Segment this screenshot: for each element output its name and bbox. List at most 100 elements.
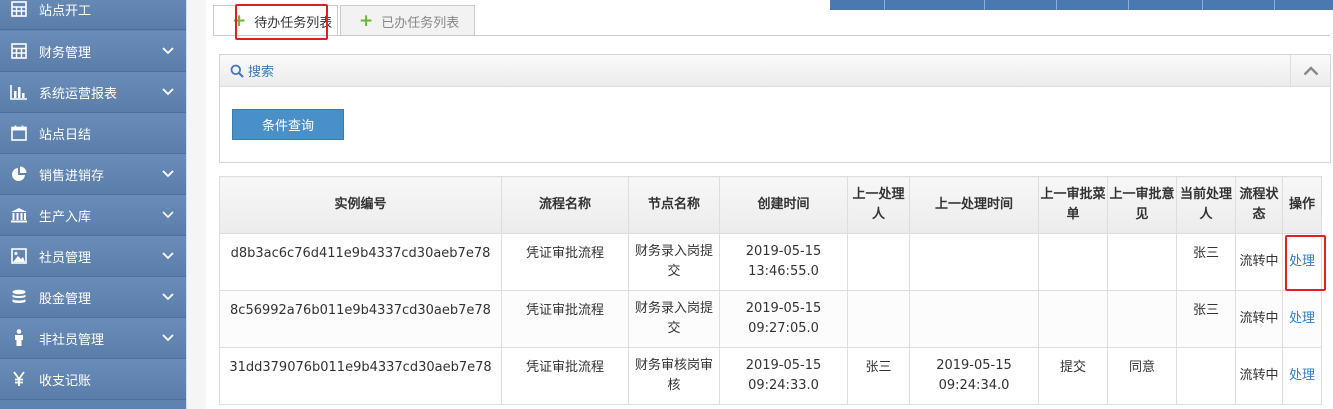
collapse-button[interactable] — [1290, 55, 1330, 86]
cell-id: 8c56992a76b011e9b4337cd30aeb7e78 — [219, 290, 502, 348]
cell-prev-handler — [847, 233, 910, 291]
table-row: 8c56992a76b011e9b4337cd30aeb7e78 凭证审批流程 … — [219, 290, 1322, 348]
cell-current-handler: 张三 — [1176, 233, 1236, 291]
cell-prev-menu — [1038, 233, 1108, 291]
cell-id: d8b3ac6c76d411e9b4337cd30aeb7e78 — [219, 233, 502, 291]
bank-icon — [7, 206, 31, 224]
chevron-down-icon — [162, 293, 174, 301]
column-header: 节点名称 — [628, 176, 720, 234]
chevron-up-icon — [1303, 65, 1318, 75]
cell-status: 流转中 — [1235, 233, 1283, 291]
cell-process: 凭证审批流程 — [501, 347, 629, 405]
chevron-down-icon — [162, 88, 174, 96]
header-divider — [1202, 0, 1203, 10]
cell-prev-handler: 张三 — [847, 347, 910, 405]
header-divider — [884, 0, 885, 10]
cell-prev-handler — [847, 290, 910, 348]
cell-created: 2019-05-15 09:27:05.0 — [719, 290, 848, 348]
sidebar-item-production[interactable]: 生产入库 — [0, 195, 186, 236]
process-link[interactable]: 处理 — [1289, 368, 1315, 383]
chevron-down-icon — [162, 47, 174, 55]
cell-status: 流转中 — [1235, 290, 1283, 348]
cell-prev-opinion — [1107, 290, 1177, 348]
sidebar-item-shares[interactable]: 股金管理 — [0, 277, 186, 318]
cell-prev-time: 2019-05-15 09:24:34.0 — [909, 347, 1039, 405]
sidebar-item-label: 社员管理 — [39, 250, 92, 266]
sidebar-item-members[interactable]: 社员管理 — [0, 236, 186, 277]
search-panel-header: 搜索 — [220, 55, 1330, 87]
table-row: 31dd379076b011e9b4337cd30aeb7e78 凭证审批流程 … — [219, 347, 1322, 405]
yen-icon — [7, 370, 31, 388]
image-icon — [7, 247, 31, 265]
cell-node: 财务审核岗审核 — [628, 347, 720, 405]
column-header: 上一处理人 — [847, 176, 910, 234]
sidebar-item-sales[interactable]: 销售进销存 — [0, 154, 186, 195]
column-header: 流程状态 — [1235, 176, 1283, 234]
tab-label: 待办任务列表 — [254, 15, 333, 31]
cell-action: 处理 — [1282, 347, 1322, 405]
tab-todo-tasks[interactable]: + 待办任务列表 — [213, 5, 338, 36]
cell-id: 31dd379076b011e9b4337cd30aeb7e78 — [219, 347, 502, 405]
search-icon — [230, 64, 244, 78]
process-link[interactable]: 处理 — [1289, 254, 1315, 269]
sidebar-item-finance[interactable]: 财务管理 — [0, 31, 186, 72]
header-divider — [984, 0, 985, 10]
column-header: 上一审批菜单 — [1038, 176, 1108, 234]
cell-created: 2019-05-15 09:24:33.0 — [719, 347, 848, 405]
sidebar-item-label: 财务管理 — [39, 45, 92, 61]
cell-action: 处理 — [1282, 290, 1322, 348]
sidebar-item-reports[interactable]: 系统运营报表 — [0, 72, 186, 113]
cell-prev-opinion — [1107, 233, 1177, 291]
cell-status: 流转中 — [1235, 347, 1283, 405]
header-divider — [1274, 0, 1275, 10]
query-button[interactable]: 条件查询 — [232, 109, 344, 140]
sidebar: 站点开工 财务管理 系统运营报表 站点日结 销售进销存 生产入库 社员管理 股金… — [0, 0, 186, 409]
search-title: 搜索 — [248, 65, 275, 80]
cell-current-handler — [1176, 347, 1236, 405]
sidebar-item-bookkeeping[interactable]: 收支记账 — [0, 359, 186, 400]
header-divider — [1056, 0, 1057, 10]
cell-prev-menu — [1038, 290, 1108, 348]
sidebar-item-label: 站点日结 — [39, 127, 92, 143]
sidebar-item-label: 销售进销存 — [39, 168, 105, 184]
column-header: 操作 — [1282, 176, 1322, 234]
sidebar-item-label: 非社员管理 — [39, 332, 105, 348]
search-panel: 搜索 条件查询 — [219, 54, 1331, 163]
cell-node: 财务录入岗提交 — [628, 290, 720, 348]
sidebar-item-label: 生产入库 — [39, 209, 92, 225]
column-header: 实例编号 — [219, 176, 502, 234]
sidebar-item-label: 站点开工 — [39, 3, 92, 19]
plus-icon: + — [232, 11, 247, 31]
process-link[interactable]: 处理 — [1289, 311, 1315, 326]
cell-prev-time — [909, 233, 1039, 291]
cell-node: 财务录入岗提交 — [628, 233, 720, 291]
cell-prev-opinion: 同意 — [1107, 347, 1177, 405]
task-table: 实例编号 流程名称 节点名称 创建时间 上一处理人 上一处理时间 上一审批菜单 … — [219, 176, 1322, 405]
calculator-icon — [7, 0, 31, 18]
sidebar-item-daily-close[interactable]: 站点日结 — [0, 113, 186, 154]
column-header: 上一审批意见 — [1107, 176, 1177, 234]
calendar-icon — [7, 124, 31, 142]
chevron-down-icon — [162, 252, 174, 260]
cell-action: 处理 — [1282, 233, 1322, 291]
top-header-bar — [830, 0, 1333, 10]
table-row: d8b3ac6c76d411e9b4337cd30aeb7e78 凭证审批流程 … — [219, 233, 1322, 291]
cell-prev-menu: 提交 — [1038, 347, 1108, 405]
chevron-down-icon — [162, 334, 174, 342]
chevron-down-icon — [162, 211, 174, 219]
cell-created: 2019-05-15 13:46:55.0 — [719, 233, 848, 291]
plus-icon: + — [359, 11, 374, 31]
sidebar-item-label: 系统运营报表 — [39, 86, 118, 102]
column-header: 当前处理人 — [1176, 176, 1236, 234]
sidebar-item-label: 股金管理 — [39, 291, 92, 307]
sidebar-item-site-start[interactable]: 站点开工 — [0, 0, 186, 30]
cell-prev-time — [909, 290, 1039, 348]
tab-done-tasks[interactable]: + 已办任务列表 — [340, 5, 475, 36]
sidebar-item-label: 收支记账 — [39, 373, 92, 389]
bar-chart-icon — [7, 83, 31, 101]
tab-divider — [213, 35, 1330, 36]
sidebar-item-non-members[interactable]: 非社员管理 — [0, 318, 186, 359]
cell-current-handler: 张三 — [1176, 290, 1236, 348]
chevron-down-icon — [162, 170, 174, 178]
tab-label: 已办任务列表 — [381, 15, 460, 31]
